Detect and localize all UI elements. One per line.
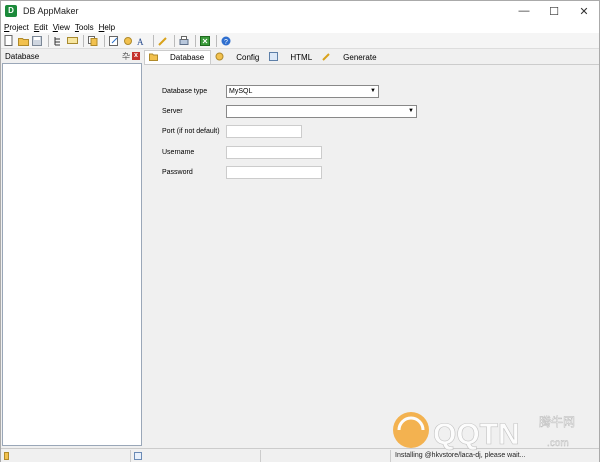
- status-segment: [131, 449, 261, 462]
- tab-label: HTML: [290, 52, 313, 62]
- watermark-brand: QQTN: [433, 418, 520, 451]
- copy-icon[interactable]: [87, 35, 99, 47]
- generate-tab-icon: [322, 52, 331, 63]
- menu-project[interactable]: Project: [4, 23, 29, 32]
- database-tab-icon: [149, 52, 158, 63]
- status-icon: [4, 451, 9, 460]
- status-segment: [1, 449, 131, 462]
- edit-icon[interactable]: [108, 35, 120, 47]
- database-settings-form: Database type MySQL ▼ Server ▼ Port (if …: [144, 64, 599, 446]
- toolbar-separator: [216, 34, 217, 47]
- panel-toggle-icon[interactable]: [134, 451, 142, 460]
- export-icon[interactable]: [199, 35, 211, 47]
- password-label: Password: [162, 169, 193, 176]
- panel-title: Database: [5, 51, 40, 61]
- menu-help[interactable]: Help: [99, 23, 115, 32]
- toolbar-separator: [104, 34, 105, 47]
- minimize-button[interactable]: —: [509, 1, 539, 21]
- watermark-logo-icon: QQTN .com 腾牛网: [393, 412, 575, 451]
- config-tab-icon: [215, 52, 224, 63]
- watermark-cn: 腾牛网: [539, 414, 575, 429]
- tab-html[interactable]: HTML: [265, 50, 318, 64]
- db-type-row: Database type MySQL ▼: [162, 85, 379, 98]
- menu-view[interactable]: View: [53, 23, 70, 32]
- menu-bar: Project Edit View Tools Help: [1, 21, 599, 33]
- toolbar-separator: [195, 34, 196, 47]
- database-tree[interactable]: [2, 63, 142, 446]
- svg-text:?: ?: [224, 39, 228, 46]
- tab-config[interactable]: Config: [211, 50, 265, 64]
- toolbar-separator: [83, 34, 84, 47]
- save-icon[interactable]: [31, 35, 43, 47]
- open-folder-icon[interactable]: [17, 35, 29, 47]
- port-input[interactable]: [226, 125, 302, 138]
- new-file-icon[interactable]: [3, 35, 15, 47]
- toolbar: A ?: [1, 33, 599, 49]
- db-type-label: Database type: [162, 88, 208, 95]
- toolbar-separator: [174, 34, 175, 47]
- toolbar-separator: [153, 34, 154, 47]
- menu-tools[interactable]: Tools: [75, 23, 94, 32]
- maximize-button[interactable]: ☐: [539, 1, 569, 21]
- title-bar: D DB AppMaker — ☐ ✕: [1, 1, 599, 21]
- refresh-icon[interactable]: [122, 35, 134, 47]
- tab-database[interactable]: Database: [144, 50, 212, 64]
- status-segment: [261, 449, 391, 462]
- tab-label: Database: [170, 53, 205, 62]
- watermark: QQTN .com 腾牛网: [389, 406, 589, 456]
- app-window: D DB AppMaker — ☐ ✕ Project Edit View To…: [0, 0, 600, 462]
- tab-bar: Database Config HTML Generate: [144, 50, 599, 64]
- tab-label: Generate: [343, 52, 377, 62]
- password-row: Password: [162, 166, 322, 179]
- port-row: Port (if not default): [162, 125, 302, 138]
- svg-text:A: A: [137, 37, 144, 46]
- username-input[interactable]: [226, 146, 322, 159]
- comment-icon[interactable]: [66, 35, 78, 47]
- server-label: Server: [162, 108, 183, 115]
- font-icon[interactable]: A: [136, 35, 148, 47]
- tree-icon[interactable]: [52, 35, 64, 47]
- app-logo-icon: D: [5, 5, 17, 17]
- username-label: Username: [162, 149, 195, 156]
- tab-generate[interactable]: Generate: [318, 50, 382, 64]
- toolbar-separator: [48, 34, 49, 47]
- wand-icon[interactable]: [157, 35, 169, 47]
- window-title: DB AppMaker: [23, 6, 79, 16]
- panel-header: Database 卆 x: [2, 50, 142, 62]
- password-input[interactable]: [226, 166, 322, 179]
- db-type-select[interactable]: MySQL ▼: [226, 85, 379, 98]
- menu-edit[interactable]: Edit: [34, 23, 48, 32]
- html-tab-icon: [269, 51, 279, 63]
- port-label: Port (if not default): [162, 128, 220, 135]
- database-panel: Database 卆 x: [2, 50, 142, 446]
- server-select[interactable]: ▼: [226, 105, 417, 118]
- tab-label: Config: [236, 52, 260, 62]
- dropdown-arrow-icon: ▼: [370, 88, 376, 94]
- pin-icon[interactable]: 卆: [122, 51, 130, 62]
- window-controls: — ☐ ✕: [509, 1, 599, 21]
- close-panel-icon[interactable]: x: [132, 52, 140, 60]
- watermark-suffix: .com: [547, 438, 569, 449]
- username-row: Username: [162, 146, 322, 159]
- print-icon[interactable]: [178, 35, 190, 47]
- server-row: Server ▼: [162, 105, 417, 118]
- help-icon[interactable]: ?: [220, 35, 232, 47]
- close-button[interactable]: ✕: [569, 1, 599, 21]
- dropdown-arrow-icon: ▼: [408, 108, 414, 114]
- db-type-value: MySQL: [229, 88, 253, 95]
